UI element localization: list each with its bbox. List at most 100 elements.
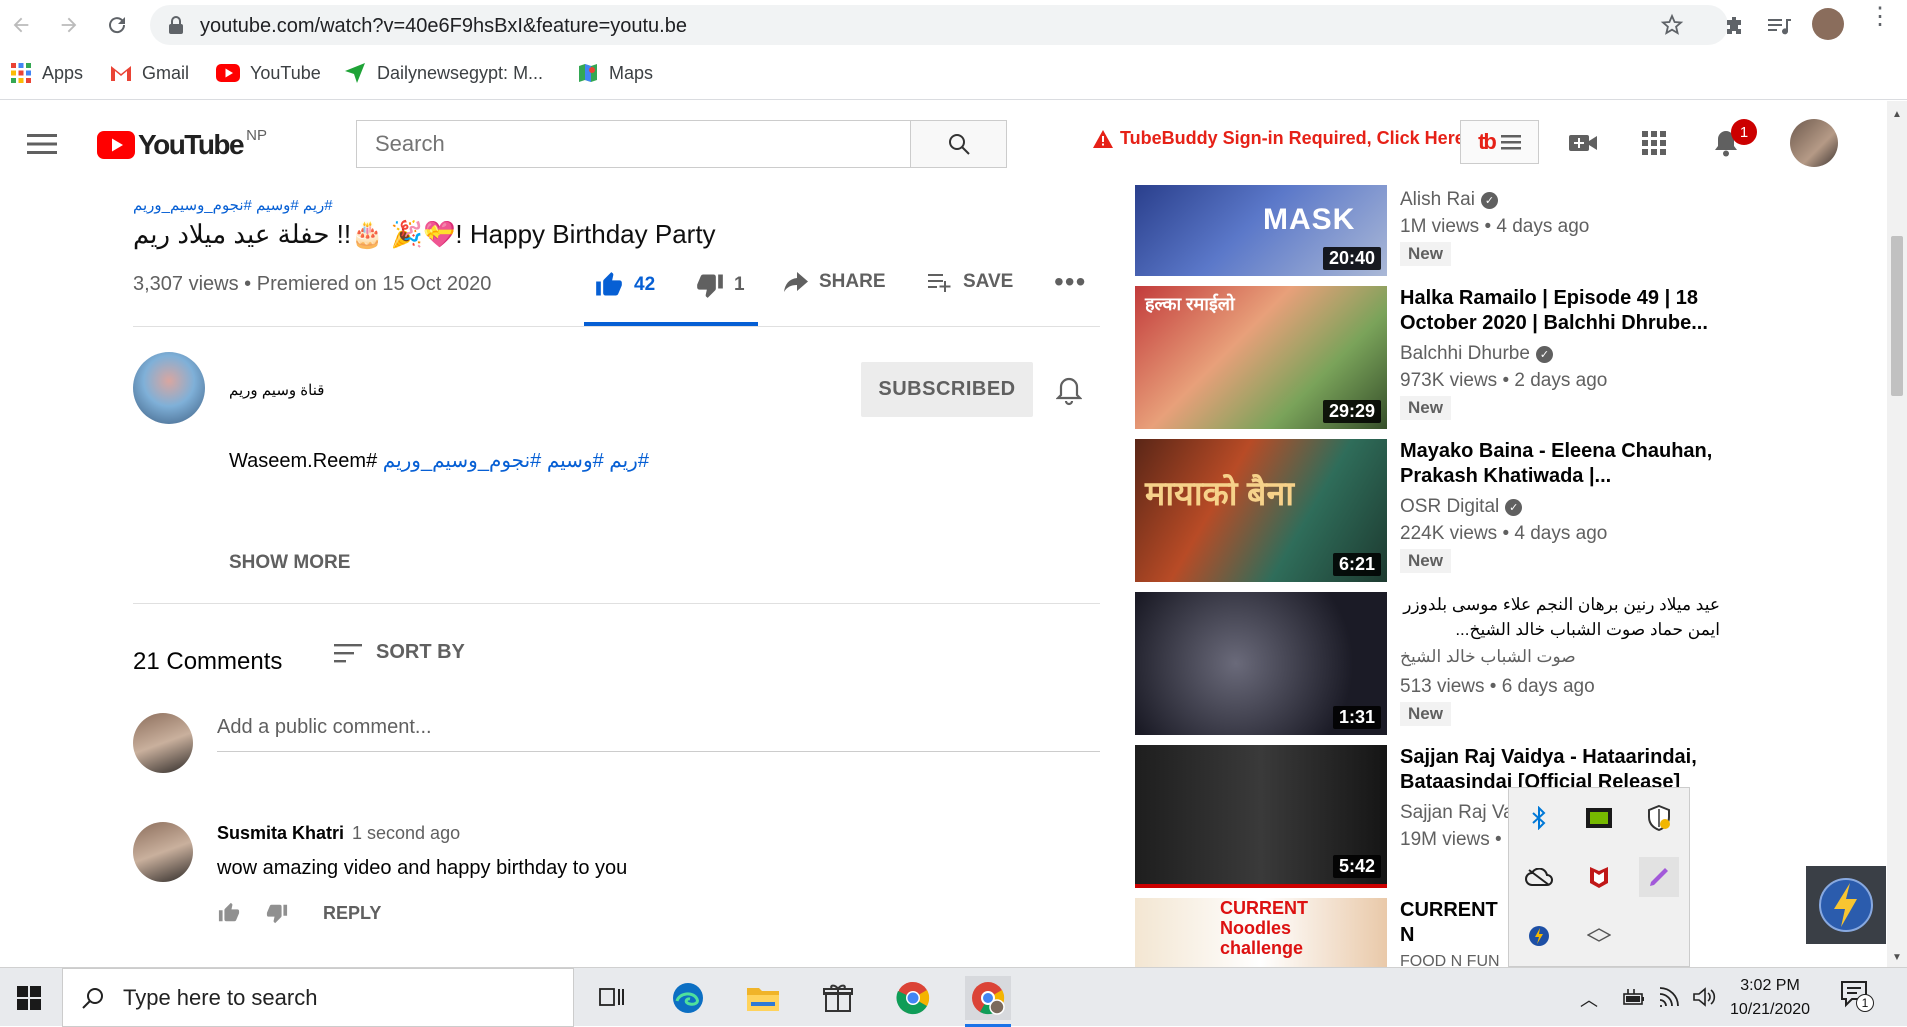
mcafee-icon[interactable]	[1579, 857, 1619, 897]
video-channel[interactable]: صوت الشباب خالد الشيخ	[1400, 647, 1576, 667]
back-button[interactable]	[4, 8, 38, 42]
system-clock[interactable]: 3:02 PM 10/21/2020	[1725, 974, 1815, 1022]
bookmark-dailynewsegypt[interactable]: Dailynewsegypt: M...	[343, 60, 543, 86]
channel-name[interactable]: قناة وسيم وريم	[229, 381, 324, 399]
reload-button[interactable]	[100, 8, 134, 42]
start-button[interactable]	[6, 976, 52, 1020]
battery-plug-icon[interactable]	[1620, 988, 1646, 1008]
divider	[133, 326, 1100, 327]
security-shield-icon[interactable]	[1639, 798, 1679, 838]
video-thumbnail[interactable]: CURRENT Noodles challenge	[1135, 898, 1387, 967]
bookmark-youtube[interactable]: YouTube	[216, 60, 321, 86]
video-views: 973K views • 2 days ago	[1400, 370, 1608, 391]
extensions-puzzle-icon[interactable]	[1722, 14, 1746, 38]
video-thumbnail[interactable]: हल्का रमाईलो 29:29	[1135, 286, 1387, 429]
create-video-button[interactable]	[1565, 125, 1601, 161]
recommended-video[interactable]: मायाको बैना 6:21 Mayako Baina - Eleena C…	[1135, 439, 1712, 582]
video-channel[interactable]: Alish Rai ✓	[1400, 189, 1498, 211]
video-title[interactable]: CURRENT N Challenge |	[1400, 898, 1510, 948]
tubebuddy-signin-warning[interactable]: TubeBuddy Sign-in Required, Click Here	[1092, 128, 1465, 149]
commenter-avatar[interactable]	[133, 822, 193, 882]
chrome-profile-taskbar-button[interactable]	[965, 976, 1011, 1020]
volume-icon[interactable]	[1692, 986, 1718, 1008]
nvidia-icon[interactable]	[1579, 798, 1619, 838]
save-button[interactable]: SAVE	[927, 271, 1013, 293]
comment-author[interactable]: Susmita Khatri	[217, 823, 344, 844]
video-thumbnail[interactable]: 1:31	[1135, 592, 1387, 735]
description-hashtags[interactable]: #ريم #وسيم #نجوم_وسيم_وريم	[383, 450, 649, 472]
media-queue-icon[interactable]	[1766, 14, 1792, 38]
search-button[interactable]	[910, 120, 1007, 168]
video-channel[interactable]: FOOD N FUN	[1400, 953, 1500, 967]
recommended-video[interactable]: MASK 20:40 Alish Rai ✓ 1M views • 4 days …	[1135, 185, 1655, 276]
browser-menu-icon[interactable]: ⋮	[1868, 5, 1892, 29]
recommended-video[interactable]: हल्का रमाईलो 29:29 Halka Ramailo | Episo…	[1135, 286, 1708, 429]
store-button[interactable]	[815, 976, 861, 1020]
video-title[interactable]: Mayako Baina - Eleena Chauhan, Prakash K…	[1400, 439, 1720, 489]
search-input[interactable]	[357, 121, 911, 167]
search-box[interactable]	[356, 120, 911, 168]
action-center-button[interactable]: 1	[1840, 980, 1876, 1016]
warning-triangle-icon	[1093, 129, 1113, 148]
bookmark-star-icon[interactable]	[1660, 13, 1684, 37]
hamburger-menu-icon[interactable]	[27, 133, 57, 155]
floating-app-widget[interactable]	[1806, 866, 1886, 944]
scroll-up-arrow-icon[interactable]: ▲	[1892, 109, 1902, 120]
video-thumbnail[interactable]: 5:42	[1135, 745, 1387, 888]
sort-by-button[interactable]: SORT BY	[334, 641, 465, 664]
comment-input[interactable]: Add a public comment...	[217, 716, 1100, 752]
dislike-button[interactable]: 1	[696, 271, 745, 299]
more-actions-icon[interactable]: •••	[1054, 266, 1086, 298]
wifi-icon[interactable]	[1658, 986, 1682, 1008]
video-duration: 20:40	[1322, 247, 1381, 270]
recommended-video[interactable]: 1:31 عيد ميلاد رنين برهان النجم علاء موس…	[1135, 592, 1720, 735]
channel-avatar[interactable]	[133, 352, 205, 424]
video-thumbnail[interactable]: MASK 20:40	[1135, 185, 1387, 276]
video-hashtags[interactable]: #ريم #وسيم #نجوم_وسيم_وريم	[133, 196, 333, 214]
video-channel[interactable]: Sajjan Raj Va	[1400, 802, 1514, 824]
show-hidden-icons-chevron-icon[interactable]: ︿	[1580, 986, 1598, 1012]
youtube-icon	[216, 64, 240, 82]
subscribed-button[interactable]: SUBSCRIBED	[861, 362, 1033, 417]
sort-by-label: SORT BY	[376, 641, 465, 663]
video-camera-plus-icon	[1569, 135, 1597, 151]
pen-icon[interactable]	[1639, 857, 1679, 897]
video-title[interactable]: عيد ميلاد رنين برهان النجم علاء موسى بلد…	[1400, 592, 1720, 642]
layers-app-icon[interactable]	[1579, 916, 1619, 956]
bluetooth-icon[interactable]	[1519, 798, 1559, 838]
taskbar-search[interactable]: Type here to search	[62, 968, 574, 1027]
reply-button[interactable]: REPLY	[323, 903, 381, 924]
verified-check-icon: ✓	[1535, 345, 1553, 363]
youtube-logo[interactable]: YouTube NP	[97, 127, 267, 161]
show-more-button[interactable]: SHOW MORE	[229, 552, 350, 574]
video-channel[interactable]: OSR Digital ✓	[1400, 496, 1523, 518]
video-thumbnail[interactable]: मायाको बैना 6:21	[1135, 439, 1387, 582]
file-explorer-button[interactable]	[740, 976, 786, 1020]
video-channel[interactable]: Balchhi Dhurbe ✓	[1400, 343, 1553, 365]
power-app-icon[interactable]	[1519, 916, 1559, 956]
video-title[interactable]: Halka Ramailo | Episode 49 | 18 October …	[1400, 286, 1720, 336]
apps-button[interactable]	[1636, 125, 1672, 161]
like-button[interactable]: 42	[594, 271, 655, 299]
onedrive-offline-icon[interactable]	[1519, 857, 1559, 897]
tubebuddy-menu-button[interactable]: tb	[1460, 120, 1539, 164]
comment-like-icon[interactable]	[217, 902, 241, 924]
scrollbar-thumb[interactable]	[1891, 236, 1903, 396]
notification-bell-icon[interactable]	[1056, 376, 1082, 406]
chrome-taskbar-button[interactable]	[890, 976, 936, 1020]
address-bar[interactable]: youtube.com/watch?v=40e6F9hsBxI&feature=…	[150, 5, 1728, 45]
task-view-button[interactable]	[589, 976, 635, 1020]
edge-taskbar-button[interactable]	[665, 976, 711, 1020]
bookmark-gmail[interactable]: Gmail	[110, 60, 189, 86]
page-scrollbar[interactable]: ▲ ▼	[1887, 101, 1907, 967]
bookmark-label: Dailynewsegypt: M...	[377, 62, 544, 83]
bookmark-apps[interactable]: Apps	[10, 60, 83, 86]
share-button[interactable]: SHARE	[783, 271, 886, 293]
forward-button[interactable]	[52, 8, 86, 42]
account-avatar[interactable]	[1790, 119, 1838, 167]
comment-dislike-icon[interactable]	[265, 902, 289, 924]
comment-timestamp[interactable]: 1 second ago	[352, 823, 460, 844]
bookmark-maps[interactable]: Maps	[577, 60, 653, 86]
scroll-down-arrow-icon[interactable]: ▼	[1892, 952, 1902, 963]
browser-profile-avatar[interactable]	[1812, 8, 1844, 40]
